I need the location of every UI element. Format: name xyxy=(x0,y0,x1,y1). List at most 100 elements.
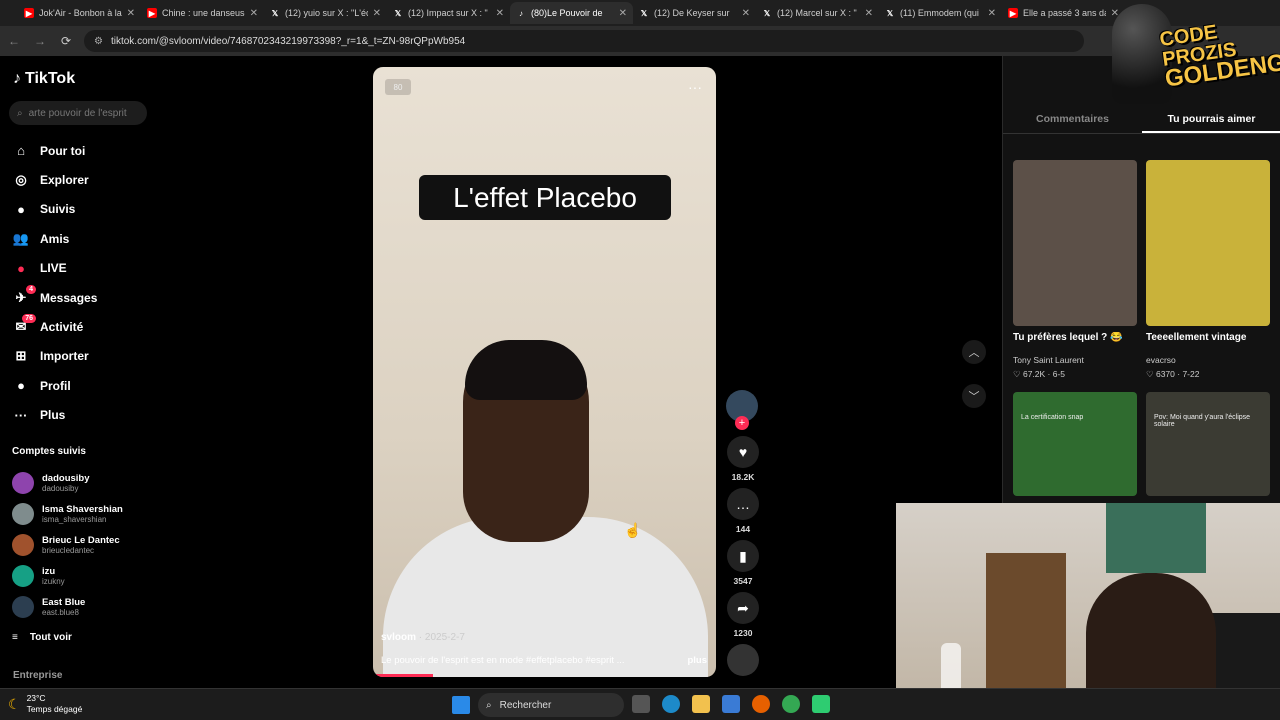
sidebar-item-amis[interactable]: 👥 Amis xyxy=(12,224,148,253)
activity-icon: ✉ 76 xyxy=(12,314,36,336)
close-icon[interactable]: ✕ xyxy=(865,8,873,19)
caption-more-button[interactable]: plus xyxy=(687,655,707,666)
browser-tab[interactable]: 𝕏 (12) De Keyser sur ✕ xyxy=(633,2,756,24)
save-count: 3547 xyxy=(733,576,753,586)
next-video-button[interactable]: ﹀ xyxy=(962,384,986,408)
comment-button[interactable]: … 144 xyxy=(726,488,760,534)
sidebar-item-plus[interactable]: ··· Plus xyxy=(12,401,148,430)
account-handle: east.blue8 xyxy=(42,607,79,617)
followed-account[interactable]: Brieuc Le Dantec brieucledantec xyxy=(12,529,148,560)
close-icon[interactable]: ✕ xyxy=(373,8,381,19)
video-thumbnail[interactable] xyxy=(1146,160,1270,326)
close-icon[interactable]: ✕ xyxy=(496,8,504,19)
webcam-poster xyxy=(1106,503,1206,573)
save-button[interactable]: ▮ 3547 xyxy=(726,540,760,586)
author-avatar[interactable]: + xyxy=(726,390,758,430)
video-thumbnail[interactable]: Pov: Moi quand y'aura l'éclipse solaire xyxy=(1146,392,1270,496)
sidebar-item-pour-toi[interactable]: ⌂ Pour toi xyxy=(12,136,148,165)
follow-plus-icon[interactable]: + xyxy=(735,416,749,430)
see-all-button[interactable]: ≡ Tout voir xyxy=(12,626,148,648)
browser-tab[interactable]: ▶ Chine : une danseuse ✕ xyxy=(141,2,264,24)
browser-tab[interactable]: 𝕏 (11) Emmodem (qui ✕ xyxy=(879,2,1002,24)
followed-account[interactable]: izu izukny xyxy=(12,560,148,591)
previous-video-button[interactable]: ︿ xyxy=(962,340,986,364)
youtube-icon: ▶ xyxy=(24,8,34,18)
video-author[interactable]: svloom xyxy=(381,632,416,643)
close-icon[interactable]: ✕ xyxy=(742,8,750,19)
browser-tab[interactable]: ▶ Elle a passé 3 ans da ✕ xyxy=(1002,2,1125,24)
notification-badge: 4 xyxy=(26,284,36,294)
url-field[interactable]: ⚙ tiktok.com/@svloom/video/7468702343219… xyxy=(84,30,1084,52)
recommended-video[interactable]: Teeeellement vintage evacrso ♡ 6370 · 7-22 xyxy=(1146,160,1270,380)
store-icon[interactable] xyxy=(722,695,740,713)
sidebar-item-explorer[interactable]: ◎ Explorer xyxy=(12,165,148,194)
video-thumbnail[interactable] xyxy=(1013,160,1137,326)
followed-account[interactable]: East Blue east.blue8 xyxy=(12,591,148,622)
browser-tab[interactable]: ♪ (80)Le Pouvoir de ✕ xyxy=(510,2,633,24)
account-name: East Blue xyxy=(42,596,86,608)
video-thumbnail[interactable]: La certification snap xyxy=(1013,392,1137,496)
reload-icon[interactable]: ⟳ xyxy=(58,33,74,49)
upload-icon: ⊞ xyxy=(15,348,27,364)
tiktok-logo[interactable]: ♪ TikTok xyxy=(13,70,75,88)
recommended-video[interactable]: Pov: Moi quand y'aura l'éclipse solaire xyxy=(1146,392,1270,496)
sidebar-item-label: Activité xyxy=(40,320,84,335)
close-icon[interactable]: ✕ xyxy=(988,8,996,19)
bookmark-icon: ▮ xyxy=(727,540,759,572)
recommended-video[interactable]: Tu préfères lequel ? 😂 Tony Saint Laurent… xyxy=(1013,160,1137,380)
footer-entreprise[interactable]: Entreprise xyxy=(13,670,62,681)
firefox-icon[interactable] xyxy=(752,695,770,713)
address-bar: ← → ⟳ ⚙ tiktok.com/@svloom/video/7468702… xyxy=(0,26,1280,56)
video-title: Tu préfères lequel ? 😂 xyxy=(1013,332,1123,343)
browser-tab[interactable]: 𝕏 (12) Impact sur X : " ✕ xyxy=(387,2,510,24)
music-disc[interactable] xyxy=(726,644,760,676)
mute-button[interactable]: 80 xyxy=(385,79,411,95)
video-player[interactable]: 80 ··· L'effet Placebo svloom · 2025-2-7… xyxy=(373,67,716,677)
share-button[interactable]: ➦ 1230 xyxy=(726,592,760,638)
video-progress[interactable] xyxy=(373,674,433,677)
search-icon: ⌕ xyxy=(17,107,23,119)
search-icon: ⌕ xyxy=(486,699,492,711)
list-icon: ≡ xyxy=(12,631,18,643)
chrome-icon[interactable] xyxy=(782,695,800,713)
browser-tab[interactable]: ▶ Jok'Air - Bonbon à la ✕ xyxy=(18,2,141,24)
like-button[interactable]: ♥ 18.2K xyxy=(726,436,760,482)
sidebar-item-label: Messages xyxy=(40,290,98,305)
edge-icon[interactable] xyxy=(662,695,680,713)
weather-desc: Temps dégagé xyxy=(26,704,83,714)
back-icon[interactable]: ← xyxy=(6,33,22,49)
more-options-icon[interactable]: ··· xyxy=(688,79,702,95)
sidebar-item-live[interactable]: ● LIVE xyxy=(12,254,148,283)
close-icon[interactable]: ✕ xyxy=(250,8,258,19)
file-explorer-icon[interactable] xyxy=(692,695,710,713)
browser-tab-title: (12) Marcel sur X : " xyxy=(777,8,857,18)
youtube-icon: ▶ xyxy=(1008,8,1018,18)
browser-tab-bar: ▶ Jok'Air - Bonbon à la ✕ ▶ Chine : une dans… xyxy=(0,0,1280,26)
close-icon[interactable]: ✕ xyxy=(619,8,627,19)
task-view-icon[interactable] xyxy=(632,695,650,713)
taskbar-search[interactable]: ⌕ Rechercher xyxy=(478,693,624,717)
account-name: Isma Shavershian xyxy=(42,503,123,515)
sidebar-nav: ⌂ Pour toi ◎ Explorer ● Suivis 👥 Amis ● LIVE ✈ 4 Mes… xyxy=(12,136,148,430)
browser-tab[interactable]: 𝕏 (12) yuio sur X : "L'éc ✕ xyxy=(264,2,387,24)
browser-tab[interactable]: 𝕏 (12) Marcel sur X : " ✕ xyxy=(756,2,879,24)
video-author[interactable]: evacrso xyxy=(1146,355,1270,365)
avatar xyxy=(12,533,34,556)
sidebar-item-suivis[interactable]: ● Suivis xyxy=(12,195,148,224)
close-icon[interactable]: ✕ xyxy=(127,8,135,19)
search-input[interactable]: ⌕ arte pouvoir de l'esprit xyxy=(9,101,147,125)
messages-icon: ✈ 4 xyxy=(12,284,36,307)
video-author[interactable]: Tony Saint Laurent xyxy=(1013,355,1137,365)
forward-icon[interactable]: → xyxy=(32,33,48,49)
weather-widget[interactable]: ☾ 23°C Temps dégagé xyxy=(8,693,82,715)
sidebar-item-profil[interactable]: ● Profil xyxy=(12,371,148,400)
site-info-icon[interactable]: ⚙ xyxy=(94,36,103,47)
sidebar-item-activité[interactable]: ✉ 76 Activité xyxy=(12,312,148,341)
followed-account[interactable]: Isma Shavershian isma_shavershian xyxy=(12,498,148,529)
followed-account[interactable]: dadousiby dadousiby xyxy=(12,467,148,498)
sidebar-item-importer[interactable]: ⊞ Importer xyxy=(12,342,148,371)
recommended-video[interactable]: La certification snap xyxy=(1013,392,1137,496)
obs-icon[interactable] xyxy=(812,695,830,713)
sidebar-item-messages[interactable]: ✈ 4 Messages xyxy=(12,283,148,312)
windows-start-icon[interactable] xyxy=(452,696,470,714)
